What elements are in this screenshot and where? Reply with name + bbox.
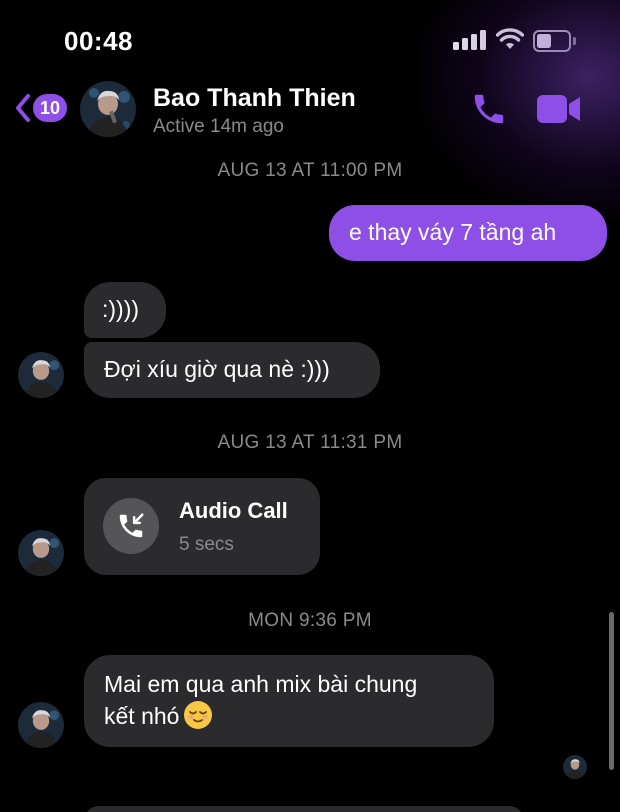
contact-active-status: Active 14m ago xyxy=(153,116,284,137)
incoming-message-bubble[interactable]: Mai em qua anh mix bài chung kết nhó xyxy=(84,655,494,747)
back-chevron-icon xyxy=(16,94,30,122)
phone-icon xyxy=(474,94,504,124)
timestamp-divider: AUG 13 AT 11:00 PM xyxy=(217,160,403,181)
seen-receipt-avatar xyxy=(563,755,587,779)
status-time: 00:48 xyxy=(64,26,133,56)
video-camera-icon xyxy=(537,95,580,123)
call-title: Audio Call xyxy=(179,498,288,523)
call-duration: 5 secs xyxy=(179,534,234,555)
message-line-with-emoji: kết nhó xyxy=(104,700,474,732)
timestamp-divider: MON 9:36 PM xyxy=(248,610,372,631)
scrollbar[interactable] xyxy=(609,612,614,770)
back-button[interactable]: 10 xyxy=(14,90,68,126)
outgoing-message-bubble[interactable]: e thay váy 7 tầng ah xyxy=(329,205,607,261)
call-icon-circle xyxy=(103,498,159,554)
contact-name[interactable]: Bao Thanh Thien xyxy=(153,84,356,113)
header-glow xyxy=(420,0,620,220)
contact-avatar[interactable] xyxy=(80,81,136,137)
audio-call-button[interactable] xyxy=(470,90,508,128)
sender-avatar[interactable] xyxy=(18,530,64,576)
relieved-face-emoji-icon xyxy=(184,701,213,729)
audio-call-card[interactable]: Audio Call 5 secs xyxy=(84,478,320,575)
message-text: kết nhó xyxy=(104,703,180,729)
chat-header: 10 Bao Thanh Thien Active 14m ago xyxy=(0,0,620,220)
incoming-message-bubble[interactable]: :)))) xyxy=(84,282,166,338)
missed-call-icon xyxy=(119,513,144,538)
unread-count-badge: 10 xyxy=(33,94,68,122)
sender-avatar[interactable] xyxy=(18,702,64,748)
timestamp-divider: AUG 13 AT 11:31 PM xyxy=(217,432,403,453)
video-call-button[interactable] xyxy=(536,93,582,125)
sender-avatar[interactable] xyxy=(18,352,64,398)
partial-message-bubble xyxy=(84,806,524,812)
incoming-message-bubble[interactable]: Đợi xíu giờ qua nè :))) xyxy=(84,342,380,398)
message-line: Mai em qua anh mix bài chung xyxy=(104,671,418,697)
